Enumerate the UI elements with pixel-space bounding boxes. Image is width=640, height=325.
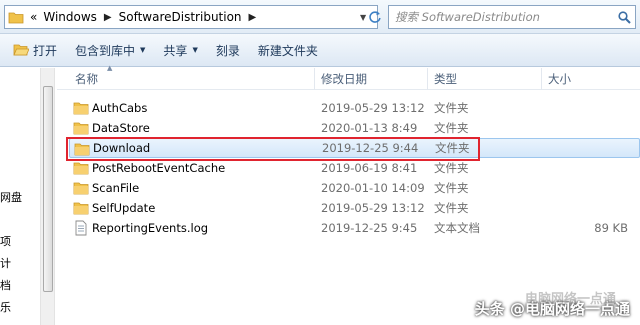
- search-input[interactable]: [389, 10, 613, 24]
- file-date: 2019-12-25 9:44: [322, 141, 419, 155]
- open-label: 打开: [33, 43, 58, 58]
- file-row-selfupdate[interactable]: SelfUpdate 2019-05-29 13:12 文件夹: [69, 198, 640, 218]
- file-row-postrebooteventcache[interactable]: PostRebootEventCache 2019-06-19 8:41 文件夹: [69, 158, 640, 178]
- breadcrumb-separator-icon[interactable]: ▶: [100, 12, 116, 23]
- folder-icon: [73, 180, 89, 196]
- column-header-row: ▲ 名称 修改日期 类型 大小: [57, 64, 640, 90]
- file-size: 89 KB: [594, 221, 628, 235]
- burn-button[interactable]: 刻录: [207, 38, 249, 62]
- nav-item-1[interactable]: 项: [0, 233, 11, 249]
- file-type: 文件夹: [434, 121, 469, 135]
- folder-nav-icon[interactable]: [5, 6, 27, 28]
- address-bar-row: « Windows ▶ SoftwareDistribution ▶ ▼: [0, 0, 640, 34]
- include-in-library-label: 包含到库中: [75, 43, 136, 58]
- burn-label: 刻录: [215, 43, 240, 58]
- search-icon[interactable]: [613, 10, 635, 24]
- file-type: 文件夹: [434, 161, 469, 175]
- file-row-authcabs[interactable]: AuthCabs 2019-05-29 13:12 文件夹: [69, 98, 640, 118]
- folder-icon: [73, 120, 89, 136]
- open-folder-icon: [13, 43, 29, 57]
- file-name: DataStore: [92, 121, 150, 135]
- file-date: 2020-01-10 14:09: [321, 181, 425, 195]
- column-header-name[interactable]: 名称: [69, 68, 315, 90]
- folder-icon: [73, 160, 89, 176]
- chevron-down-icon: ▼: [140, 46, 146, 54]
- breadcrumb-windows[interactable]: Windows: [40, 10, 100, 24]
- watermark-ghost: 电脑网络一点通: [524, 292, 616, 307]
- file-date: 2019-06-19 8:41: [321, 161, 418, 175]
- file-type: 文件夹: [434, 201, 469, 215]
- folder-icon: [73, 100, 89, 116]
- navigation-scrollbar[interactable]: [40, 68, 55, 325]
- chevron-down-icon: ▼: [192, 46, 198, 54]
- file-type: 文件夹: [434, 181, 469, 195]
- column-header-date[interactable]: 修改日期: [315, 68, 428, 90]
- scrollbar-thumb[interactable]: [43, 86, 53, 292]
- file-name: SelfUpdate: [92, 201, 156, 215]
- file-row-download[interactable]: Download 2019-12-25 9:44 文件夹: [69, 138, 640, 158]
- command-bar: 打开 包含到库中 ▼ 共享 ▼ 刻录 新建文件夹: [0, 34, 640, 67]
- breadcrumb-separator-icon[interactable]: ▶: [245, 12, 261, 23]
- text-file-icon: [73, 220, 89, 236]
- folder-icon: [74, 141, 90, 157]
- navigation-pane: 网盘 项 计 档 乐: [0, 68, 38, 325]
- file-row-scanfile[interactable]: ScanFile 2020-01-10 14:09 文件夹: [69, 178, 640, 198]
- file-date: 2019-05-29 13:12: [321, 101, 425, 115]
- address-dropdown-refresh[interactable]: ▼: [360, 5, 382, 29]
- nav-item-2[interactable]: 计: [0, 255, 11, 271]
- file-name: AuthCabs: [92, 101, 148, 115]
- file-date: 2019-05-29 13:12: [321, 201, 425, 215]
- nav-item-3[interactable]: 档: [0, 277, 11, 293]
- breadcrumb-overflow[interactable]: «: [27, 10, 40, 24]
- include-in-library-button[interactable]: 包含到库中 ▼: [66, 38, 154, 62]
- share-label: 共享: [163, 43, 188, 58]
- file-name: ReportingEvents.log: [92, 221, 209, 235]
- search-box[interactable]: [388, 5, 636, 29]
- nav-item-netdisk[interactable]: 网盘: [0, 189, 22, 205]
- open-button[interactable]: 打开: [4, 38, 66, 62]
- file-type: 文件夹: [434, 101, 469, 115]
- file-type: 文本文档: [434, 221, 480, 235]
- watermark: 电脑网络一点通 头条 @电脑网络一点通: [475, 292, 630, 319]
- file-date: 2020-01-13 8:49: [321, 121, 418, 135]
- file-name: ScanFile: [92, 181, 140, 195]
- file-date: 2019-12-25 9:45: [321, 221, 418, 235]
- breadcrumb-softwaredistribution[interactable]: SoftwareDistribution: [116, 10, 245, 24]
- folder-icon: [73, 200, 89, 216]
- nav-item-4[interactable]: 乐: [0, 299, 11, 315]
- file-list: ▲ 名称 修改日期 类型 大小 AuthCabs 2019-05-29 13:1…: [57, 64, 640, 325]
- chevron-down-icon[interactable]: ▼: [360, 13, 366, 22]
- file-name: Download: [93, 141, 151, 155]
- file-name: PostRebootEventCache: [92, 161, 226, 175]
- file-type: 文件夹: [435, 141, 470, 155]
- file-row-datastore[interactable]: DataStore 2020-01-13 8:49 文件夹: [69, 118, 640, 138]
- refresh-icon[interactable]: [368, 10, 382, 24]
- file-row-reportingevents-log[interactable]: ReportingEvents.log 2019-12-25 9:45 文本文档…: [69, 218, 640, 238]
- column-header-size[interactable]: 大小: [542, 68, 640, 90]
- column-header-type[interactable]: 类型: [428, 68, 542, 90]
- new-folder-label: 新建文件夹: [257, 43, 318, 58]
- new-folder-button[interactable]: 新建文件夹: [249, 38, 327, 62]
- address-bar[interactable]: « Windows ▶ SoftwareDistribution ▶: [4, 5, 378, 29]
- share-button[interactable]: 共享 ▼: [154, 38, 206, 62]
